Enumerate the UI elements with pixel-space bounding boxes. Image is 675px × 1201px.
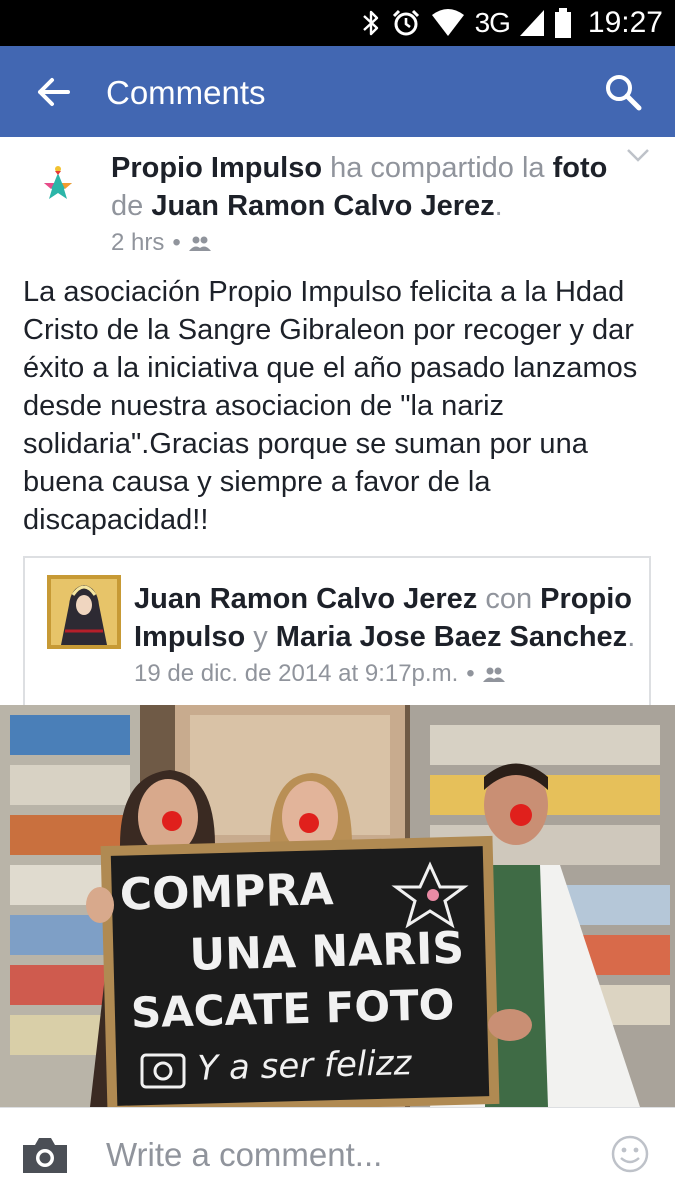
shared-post-meta: 19 de dic. de 2014 at 9:17p.m. • <box>134 660 505 688</box>
battery-icon <box>554 8 571 38</box>
chevron-down-icon[interactable] <box>626 147 650 163</box>
page-avatar[interactable] <box>24 151 92 219</box>
wifi-icon <box>431 9 464 36</box>
meta-dot: • <box>172 229 181 256</box>
comment-input[interactable]: Write a comment... <box>106 1136 382 1174</box>
shared-period: . <box>627 621 636 653</box>
shared-author-avatar[interactable] <box>47 575 121 649</box>
post-header: Propio Impulso ha compartido la foto de … <box>111 149 611 225</box>
with-label: con <box>477 583 541 615</box>
tag-link-2[interactable]: Maria Jose Baez Sanchez <box>276 621 627 653</box>
alarm-icon <box>392 9 419 36</box>
status-time: 19:27 <box>587 6 663 39</box>
sign-line-1: COMPRA <box>119 864 334 921</box>
and-label: y <box>245 621 276 653</box>
app-bar: Comments <box>0 46 675 137</box>
smiley-icon[interactable] <box>610 1134 650 1174</box>
post-time[interactable]: 2 hrs <box>111 229 164 257</box>
friends-icon <box>188 236 211 251</box>
shared-post-card[interactable]: Juan Ramon Calvo Jerez con Propio Impuls… <box>23 556 651 706</box>
signal-icon <box>519 10 544 36</box>
comment-composer: Write a comment... <box>0 1107 675 1201</box>
back-arrow-icon[interactable] <box>34 72 74 112</box>
shared-post-header: Juan Ramon Calvo Jerez con Propio Impuls… <box>134 580 644 656</box>
post-message: La asociación Propio Impulso felicita a … <box>23 276 638 536</box>
author-link[interactable]: Propio Impulso <box>111 152 322 184</box>
of-label: de <box>111 190 152 222</box>
friends-icon <box>482 667 505 682</box>
shared-post-date[interactable]: 19 de dic. de 2014 at 9:17p.m. <box>134 660 458 688</box>
original-author-link[interactable]: Juan Ramon Calvo Jerez <box>151 190 494 222</box>
sign-line-4: Y a ser felizz <box>197 1043 413 1089</box>
status-icons: 3G 19:27 <box>361 0 663 46</box>
camera-icon[interactable] <box>20 1135 70 1175</box>
header-period: . <box>494 190 503 222</box>
shared-meta-dot: • <box>466 660 475 687</box>
page-title: Comments <box>106 74 266 111</box>
shared-label: ha compartido la <box>322 152 553 184</box>
shared-author-link[interactable]: Juan Ramon Calvo Jerez <box>134 583 477 615</box>
sign-line-2: UNA NARIS <box>189 923 465 981</box>
sign-line-3: SACATE FOTO <box>130 980 455 1037</box>
post-meta: 2 hrs • <box>111 229 211 257</box>
post: Propio Impulso ha compartido la foto de … <box>0 137 675 1107</box>
network-type: 3G <box>474 7 511 38</box>
status-bar: 3G 19:27 <box>0 0 675 46</box>
post-photo[interactable]: COMPRA UNA NARIS SACATE FOTO Y a ser fel… <box>0 705 675 1107</box>
photo-link[interactable]: foto <box>553 152 608 184</box>
bluetooth-icon <box>362 10 378 36</box>
search-icon[interactable] <box>603 72 643 112</box>
